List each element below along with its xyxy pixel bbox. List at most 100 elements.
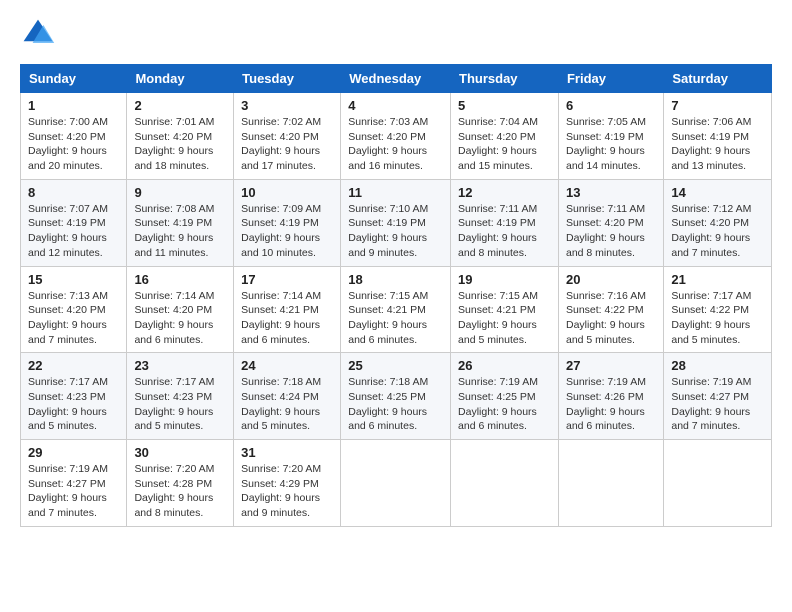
day-detail: Sunrise: 7:05 AMSunset: 4:19 PMDaylight:… — [566, 115, 656, 174]
calendar-cell: 22 Sunrise: 7:17 AMSunset: 4:23 PMDayligh… — [21, 353, 127, 440]
calendar-cell: 13 Sunrise: 7:11 AMSunset: 4:20 PMDayligh… — [558, 179, 663, 266]
day-number: 12 — [458, 185, 551, 200]
day-number: 30 — [134, 445, 226, 460]
day-detail: Sunrise: 7:03 AMSunset: 4:20 PMDaylight:… — [348, 115, 443, 174]
day-detail: Sunrise: 7:17 AMSunset: 4:23 PMDaylight:… — [28, 375, 119, 434]
day-number: 22 — [28, 358, 119, 373]
calendar-cell: 28 Sunrise: 7:19 AMSunset: 4:27 PMDayligh… — [664, 353, 772, 440]
day-number: 14 — [671, 185, 764, 200]
calendar-cell: 10Sunrise: 7:09 AMSunset: 4:19 PMDayligh… — [234, 179, 341, 266]
calendar-cell: 3 Sunrise: 7:02 AMSunset: 4:20 PMDaylight… — [234, 93, 341, 180]
day-detail: Sunrise: 7:19 AMSunset: 4:27 PMDaylight:… — [671, 375, 764, 434]
day-number: 28 — [671, 358, 764, 373]
day-number: 16 — [134, 272, 226, 287]
day-detail: Sunrise: 7:19 AMSunset: 4:26 PMDaylight:… — [566, 375, 656, 434]
day-detail: Sunrise: 7:10 AMSunset: 4:19 PMDaylight:… — [348, 202, 443, 261]
day-detail: Sunrise: 7:14 AMSunset: 4:20 PMDaylight:… — [134, 289, 226, 348]
calendar-week-row: 8 Sunrise: 7:07 AMSunset: 4:19 PMDaylight… — [21, 179, 772, 266]
day-detail: Sunrise: 7:12 AMSunset: 4:20 PMDaylight:… — [671, 202, 764, 261]
day-detail: Sunrise: 7:13 AMSunset: 4:20 PMDaylight:… — [28, 289, 119, 348]
logo-icon — [20, 16, 56, 52]
calendar-week-row: 1 Sunrise: 7:00 AMSunset: 4:20 PMDaylight… — [21, 93, 772, 180]
day-detail: Sunrise: 7:04 AMSunset: 4:20 PMDaylight:… — [458, 115, 551, 174]
calendar-cell: 30 Sunrise: 7:20 AMSunset: 4:28 PMDayligh… — [127, 440, 234, 527]
calendar-cell: 18Sunrise: 7:15 AMSunset: 4:21 PMDayligh… — [341, 266, 451, 353]
header — [20, 16, 772, 52]
day-number: 9 — [134, 185, 226, 200]
calendar-cell — [558, 440, 663, 527]
day-number: 6 — [566, 98, 656, 113]
day-detail: Sunrise: 7:09 AMSunset: 4:19 PMDaylight:… — [241, 202, 333, 261]
calendar-cell: 15 Sunrise: 7:13 AMSunset: 4:20 PMDayligh… — [21, 266, 127, 353]
day-number: 3 — [241, 98, 333, 113]
day-detail: Sunrise: 7:17 AMSunset: 4:22 PMDaylight:… — [671, 289, 764, 348]
day-number: 7 — [671, 98, 764, 113]
day-detail: Sunrise: 7:20 AMSunset: 4:29 PMDaylight:… — [241, 462, 333, 521]
day-number: 15 — [28, 272, 119, 287]
day-number: 31 — [241, 445, 333, 460]
calendar-cell: 11 Sunrise: 7:10 AMSunset: 4:19 PMDayligh… — [341, 179, 451, 266]
calendar-cell: 12 Sunrise: 7:11 AMSunset: 4:19 PMDayligh… — [451, 179, 559, 266]
calendar-cell: 19 Sunrise: 7:15 AMSunset: 4:21 PMDayligh… — [451, 266, 559, 353]
calendar-day-header: Wednesday — [341, 65, 451, 93]
calendar-cell: 8 Sunrise: 7:07 AMSunset: 4:19 PMDaylight… — [21, 179, 127, 266]
calendar-cell — [664, 440, 772, 527]
calendar-week-row: 29 Sunrise: 7:19 AMSunset: 4:27 PMDayligh… — [21, 440, 772, 527]
calendar-body: 1 Sunrise: 7:00 AMSunset: 4:20 PMDaylight… — [21, 93, 772, 527]
day-number: 20 — [566, 272, 656, 287]
day-number: 19 — [458, 272, 551, 287]
day-detail: Sunrise: 7:07 AMSunset: 4:19 PMDaylight:… — [28, 202, 119, 261]
day-number: 24 — [241, 358, 333, 373]
calendar-day-header: Thursday — [451, 65, 559, 93]
calendar-week-row: 15 Sunrise: 7:13 AMSunset: 4:20 PMDayligh… — [21, 266, 772, 353]
calendar-day-header: Saturday — [664, 65, 772, 93]
day-number: 5 — [458, 98, 551, 113]
calendar-cell: 7Sunrise: 7:06 AMSunset: 4:19 PMDaylight… — [664, 93, 772, 180]
calendar-cell: 29 Sunrise: 7:19 AMSunset: 4:27 PMDayligh… — [21, 440, 127, 527]
calendar-cell: 4 Sunrise: 7:03 AMSunset: 4:20 PMDaylight… — [341, 93, 451, 180]
calendar-day-header: Monday — [127, 65, 234, 93]
calendar-cell: 2Sunrise: 7:01 AMSunset: 4:20 PMDaylight… — [127, 93, 234, 180]
day-detail: Sunrise: 7:19 AMSunset: 4:25 PMDaylight:… — [458, 375, 551, 434]
day-detail: Sunrise: 7:02 AMSunset: 4:20 PMDaylight:… — [241, 115, 333, 174]
day-number: 25 — [348, 358, 443, 373]
day-detail: Sunrise: 7:20 AMSunset: 4:28 PMDaylight:… — [134, 462, 226, 521]
calendar-cell: 14 Sunrise: 7:12 AMSunset: 4:20 PMDayligh… — [664, 179, 772, 266]
day-number: 13 — [566, 185, 656, 200]
day-number: 26 — [458, 358, 551, 373]
day-number: 18 — [348, 272, 443, 287]
day-number: 8 — [28, 185, 119, 200]
day-number: 29 — [28, 445, 119, 460]
calendar-cell: 16 Sunrise: 7:14 AMSunset: 4:20 PMDayligh… — [127, 266, 234, 353]
day-number: 23 — [134, 358, 226, 373]
day-number: 1 — [28, 98, 119, 113]
calendar-cell: 27Sunrise: 7:19 AMSunset: 4:26 PMDayligh… — [558, 353, 663, 440]
day-detail: Sunrise: 7:19 AMSunset: 4:27 PMDaylight:… — [28, 462, 119, 521]
logo — [20, 16, 60, 52]
day-detail: Sunrise: 7:14 AMSunset: 4:21 PMDaylight:… — [241, 289, 333, 348]
day-detail: Sunrise: 7:18 AMSunset: 4:24 PMDaylight:… — [241, 375, 333, 434]
day-detail: Sunrise: 7:01 AMSunset: 4:20 PMDaylight:… — [134, 115, 226, 174]
calendar-cell — [451, 440, 559, 527]
calendar-day-header: Tuesday — [234, 65, 341, 93]
day-detail: Sunrise: 7:17 AMSunset: 4:23 PMDaylight:… — [134, 375, 226, 434]
calendar-day-header: Friday — [558, 65, 663, 93]
day-detail: Sunrise: 7:11 AMSunset: 4:19 PMDaylight:… — [458, 202, 551, 261]
calendar-cell: 1 Sunrise: 7:00 AMSunset: 4:20 PMDaylight… — [21, 93, 127, 180]
day-number: 11 — [348, 185, 443, 200]
calendar-cell: 23 Sunrise: 7:17 AMSunset: 4:23 PMDayligh… — [127, 353, 234, 440]
day-number: 4 — [348, 98, 443, 113]
day-detail: Sunrise: 7:11 AMSunset: 4:20 PMDaylight:… — [566, 202, 656, 261]
day-detail: Sunrise: 7:15 AMSunset: 4:21 PMDaylight:… — [458, 289, 551, 348]
day-detail: Sunrise: 7:08 AMSunset: 4:19 PMDaylight:… — [134, 202, 226, 261]
day-detail: Sunrise: 7:16 AMSunset: 4:22 PMDaylight:… — [566, 289, 656, 348]
calendar-cell: 24 Sunrise: 7:18 AMSunset: 4:24 PMDayligh… — [234, 353, 341, 440]
calendar-cell — [341, 440, 451, 527]
day-number: 17 — [241, 272, 333, 287]
calendar-cell: 26 Sunrise: 7:19 AMSunset: 4:25 PMDayligh… — [451, 353, 559, 440]
calendar-cell: 20 Sunrise: 7:16 AMSunset: 4:22 PMDayligh… — [558, 266, 663, 353]
calendar-cell: 5 Sunrise: 7:04 AMSunset: 4:20 PMDaylight… — [451, 93, 559, 180]
day-detail: Sunrise: 7:00 AMSunset: 4:20 PMDaylight:… — [28, 115, 119, 174]
calendar-cell: 21Sunrise: 7:17 AMSunset: 4:22 PMDayligh… — [664, 266, 772, 353]
calendar-cell: 9 Sunrise: 7:08 AMSunset: 4:19 PMDaylight… — [127, 179, 234, 266]
